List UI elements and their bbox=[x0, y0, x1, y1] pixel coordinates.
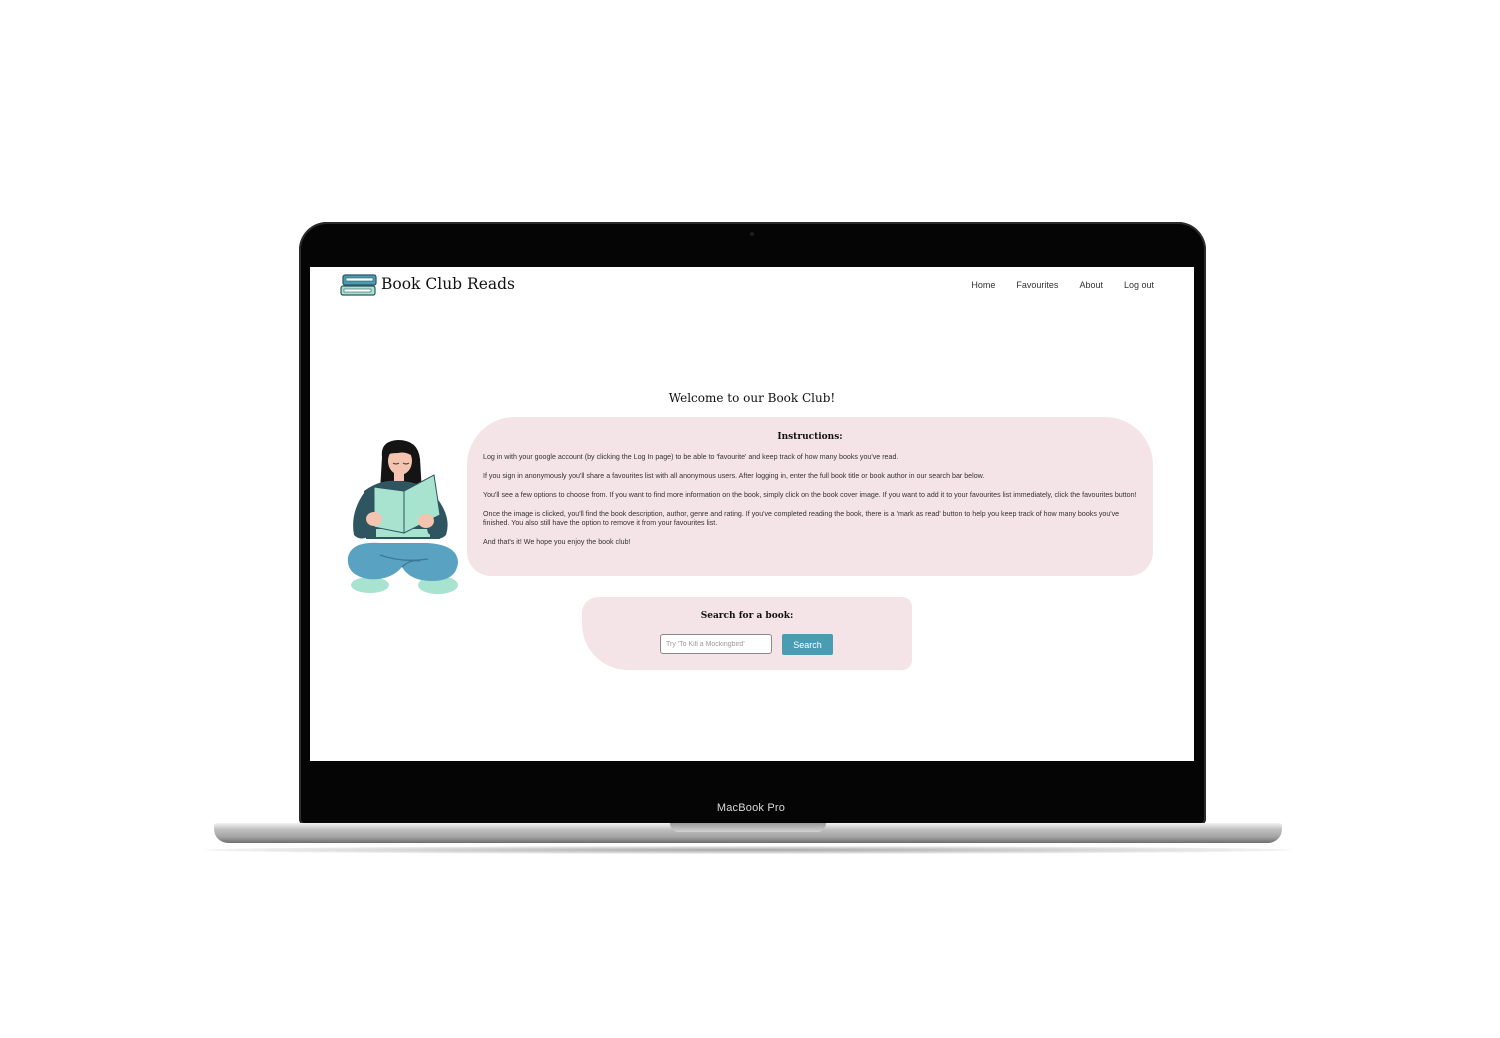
site-title[interactable]: Book Club Reads bbox=[381, 275, 515, 293]
instruction-paragraph: If you sign in anonymously you'll share … bbox=[483, 472, 985, 480]
search-title: Search for a book: bbox=[700, 611, 794, 621]
device-label: MacBook Pro bbox=[716, 802, 786, 814]
instruction-paragraph: Once the image is clicked, you'll find t… bbox=[483, 510, 1120, 527]
instructions-body: Log in with your google account (by clic… bbox=[483, 453, 1141, 557]
search-card: Search for a book: Search bbox=[582, 597, 912, 670]
nav-links: Home Favourites About Log out bbox=[971, 280, 1154, 290]
instructions-title: Instructions: bbox=[777, 432, 843, 442]
nav-about-link[interactable]: About bbox=[1079, 280, 1103, 290]
instruction-paragraph: You'll see a few options to choose from.… bbox=[483, 491, 1137, 499]
search-button[interactable]: Search bbox=[782, 634, 833, 655]
instruction-paragraph: Log in with your google account (by clic… bbox=[483, 453, 899, 461]
instruction-paragraph: And that's it! We hope you enjoy the boo… bbox=[483, 538, 631, 546]
welcome-heading: Welcome to our Book Club! bbox=[668, 391, 836, 405]
instructions-card: Instructions: Log in with your google ac… bbox=[467, 417, 1153, 576]
woman-reading-illustration bbox=[347, 440, 458, 594]
nav-home-link[interactable]: Home bbox=[971, 280, 995, 290]
laptop-base-notch bbox=[670, 823, 826, 832]
nav-favourites-link[interactable]: Favourites bbox=[1016, 280, 1058, 290]
camera-dot bbox=[750, 232, 754, 236]
app-screen: Book Club Reads Home Favourites About Lo… bbox=[310, 267, 1194, 761]
nav-logout-link[interactable]: Log out bbox=[1124, 280, 1154, 290]
navbar: Book Club Reads Home Favourites About Lo… bbox=[310, 267, 1194, 307]
laptop-shadow bbox=[205, 846, 1291, 854]
book-stack-icon bbox=[340, 274, 377, 296]
search-input[interactable] bbox=[660, 634, 772, 654]
